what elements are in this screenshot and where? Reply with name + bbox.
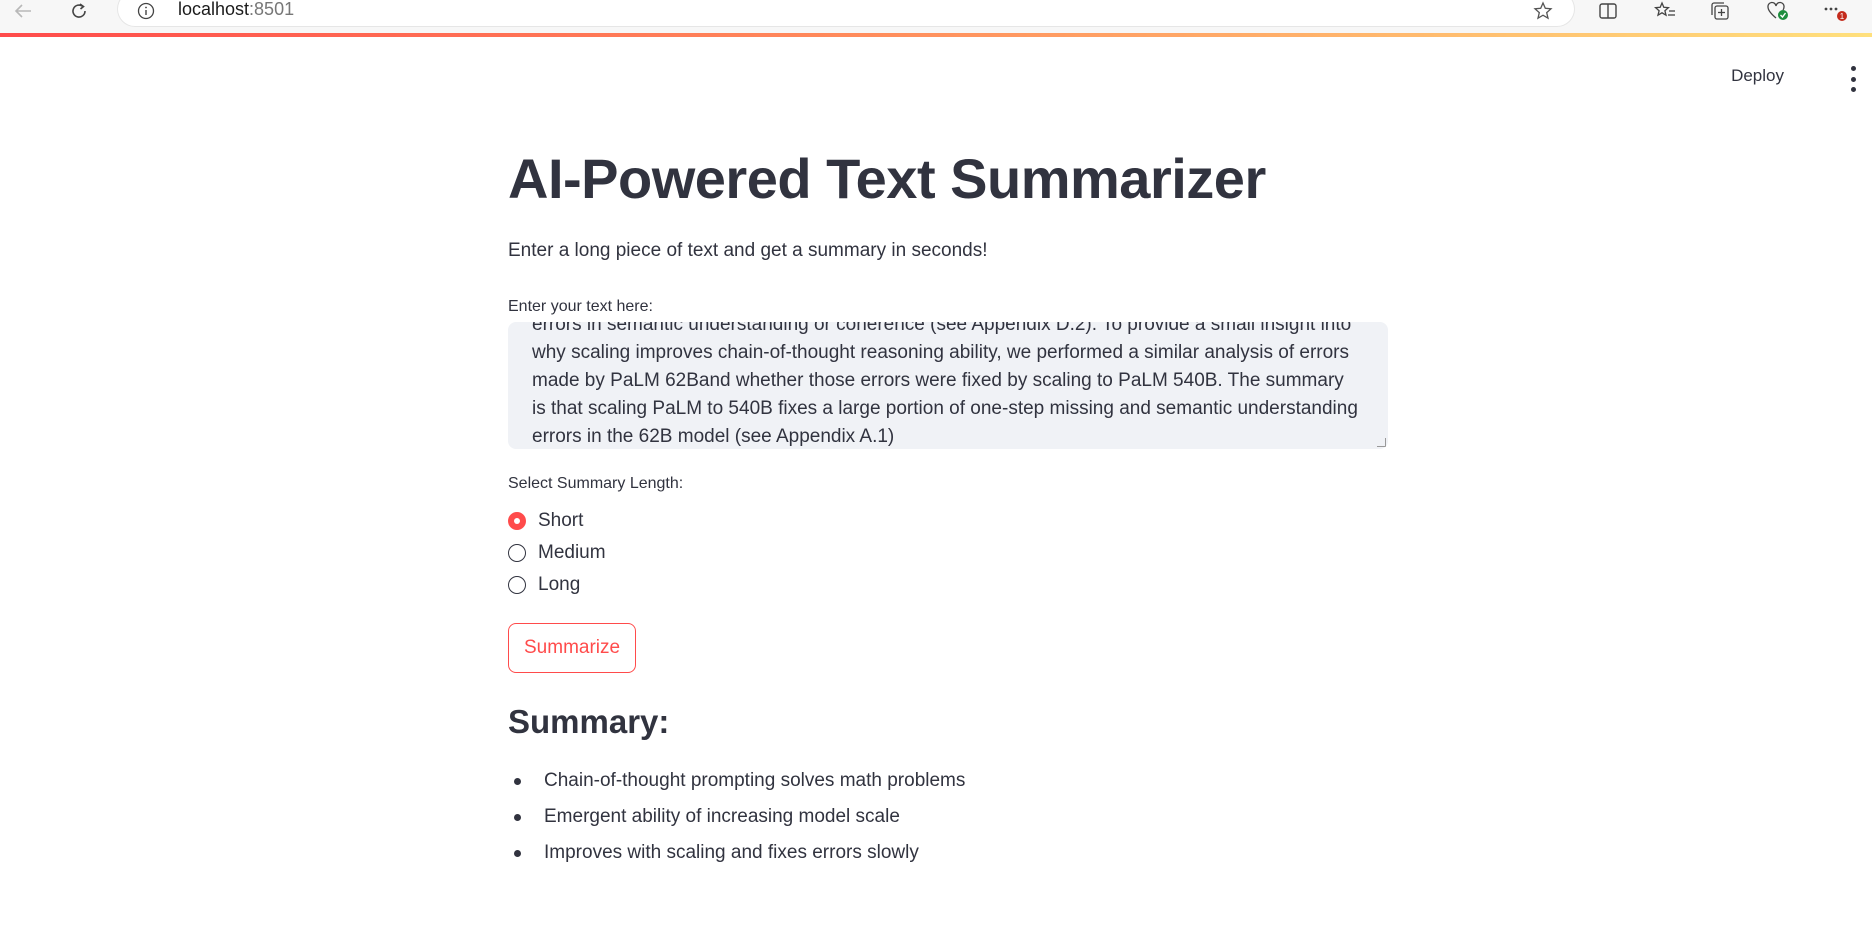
menu-dot (1850, 87, 1856, 92)
radio-label-medium: Medium (538, 542, 606, 563)
page-title: AI-Powered Text Summarizer (508, 147, 1266, 210)
reload-icon[interactable] (68, 0, 90, 22)
address-bar[interactable]: localhost:8501 (118, 0, 1574, 26)
summary-list-item: Improves with scaling and fixes errors s… (514, 835, 1388, 871)
radio-label-long: Long (538, 574, 581, 595)
url-host: localhost (178, 0, 250, 19)
app-top-decoration (0, 33, 1872, 37)
menu-dot (1850, 76, 1856, 82)
radio-option-long[interactable]: Long (508, 569, 1388, 601)
collections-icon[interactable] (1710, 0, 1734, 22)
summary-heading: Summary: (508, 703, 670, 740)
radio-button[interactable] (508, 576, 526, 594)
text-input-label: Enter your text here: (508, 298, 653, 315)
back-icon[interactable] (12, 0, 34, 22)
url-port: :8501 (249, 0, 295, 19)
main-content: AI-Powered Text Summarizer Enter a long … (508, 140, 1388, 871)
split-screen-icon[interactable] (1598, 0, 1622, 22)
health-icon[interactable] (1766, 0, 1790, 22)
summary-length-label: Select Summary Length: (508, 475, 684, 492)
svg-text:1: 1 (1840, 12, 1845, 21)
favorites-icon[interactable] (1654, 0, 1678, 22)
summary-list: Chain-of-thought prompting solves math p… (508, 763, 1388, 871)
text-input-value[interactable]: errors in semantic understanding or cohe… (532, 322, 1368, 449)
url-text: localhost:8501 (178, 0, 294, 20)
radio-button[interactable] (508, 544, 526, 562)
summary-length-radio-group: Short Medium Long (508, 505, 1388, 601)
summarize-button[interactable]: Summarize (508, 623, 637, 673)
radio-button-selected[interactable] (508, 512, 526, 530)
radio-label-short: Short (538, 510, 584, 531)
more-icon[interactable]: 1 (1822, 0, 1852, 22)
radio-option-medium[interactable]: Medium (508, 537, 1388, 569)
resize-handle[interactable] (1377, 438, 1386, 447)
kebab-menu-icon[interactable] (1846, 66, 1860, 92)
radio-option-short[interactable]: Short (508, 505, 1388, 537)
star-icon[interactable] (1532, 0, 1554, 22)
info-icon[interactable] (136, 0, 156, 22)
browser-toolbar: localhost:8501 1 (0, 0, 1872, 33)
summary-list-item: Chain-of-thought prompting solves math p… (514, 763, 1388, 799)
page-subtitle: Enter a long piece of text and get a sum… (508, 240, 988, 261)
text-input-area[interactable]: errors in semantic understanding or cohe… (508, 322, 1388, 449)
menu-dot (1850, 66, 1856, 71)
deploy-button[interactable]: Deploy (1731, 66, 1784, 86)
summary-list-item: Emergent ability of increasing model sca… (514, 799, 1388, 835)
